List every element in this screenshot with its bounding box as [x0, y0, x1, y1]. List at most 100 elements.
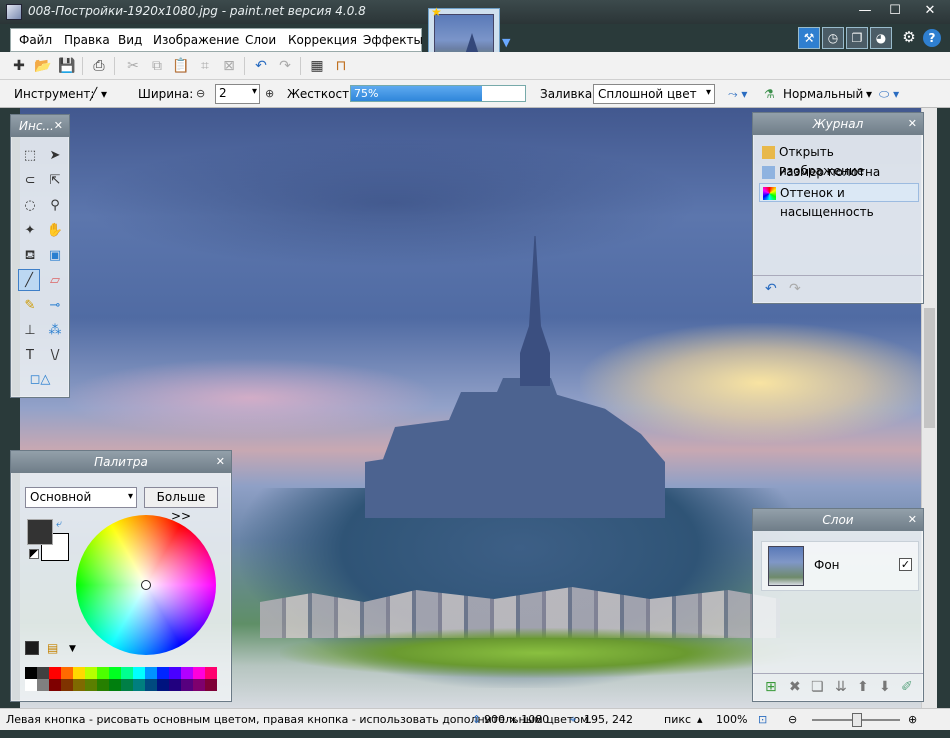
menu-adjustments[interactable]: Коррекция [288, 33, 357, 47]
palette-swatch[interactable] [121, 679, 133, 691]
palette-swatch[interactable] [193, 679, 205, 691]
palette-swatch[interactable] [145, 679, 157, 691]
print-icon[interactable]: ⎙ [90, 57, 108, 75]
palette-swatch[interactable] [181, 679, 193, 691]
paste-icon[interactable]: 📋 [172, 57, 190, 75]
menu-view[interactable]: Вид [118, 33, 142, 47]
fill-type-select[interactable]: Сплошной цвет ▾ [593, 84, 715, 104]
pencil-icon[interactable]: ✎ [19, 295, 41, 317]
brush-width-input[interactable]: 2 ▾ [215, 84, 260, 104]
palette-swatch[interactable] [37, 679, 49, 691]
crop-icon[interactable]: ⌗ [196, 57, 214, 75]
color-picker-icon[interactable]: ⊸ [44, 295, 66, 317]
layer-properties-icon[interactable]: ✐ [901, 679, 913, 695]
blend-mode-select[interactable]: Нормальный [783, 87, 863, 101]
close-button[interactable]: ✕ [910, 0, 950, 22]
palette-swatch[interactable] [85, 667, 97, 679]
more-colors-button[interactable]: Больше >> [144, 487, 218, 523]
palette-swatch[interactable] [73, 667, 85, 679]
palette-swatch[interactable] [145, 667, 157, 679]
palette-swatch[interactable] [133, 667, 145, 679]
chevron-down-icon[interactable]: ▾ [866, 87, 872, 101]
open-file-icon[interactable]: 📂 [34, 57, 52, 75]
lasso-select-icon[interactable]: ⊂ [19, 170, 41, 192]
zoom-out-icon[interactable]: ⊖ [788, 713, 797, 726]
selection-mode-icon[interactable]: ⬭ ▾ [879, 87, 899, 102]
menu-file[interactable]: Файл [19, 33, 52, 47]
menu-effects[interactable]: Эффекты [363, 33, 423, 47]
deselect-icon[interactable]: ⊠ [220, 57, 238, 75]
magic-wand-icon[interactable]: ✦ [19, 220, 41, 242]
color-mode-select[interactable]: Основной ▾ [25, 487, 137, 508]
history-undo-icon[interactable]: ↶ [765, 281, 777, 297]
copy-icon[interactable]: ⧉ [148, 57, 166, 75]
history-item-hue-saturation[interactable]: Оттенок и насыщенность [759, 183, 919, 219]
undo-icon[interactable]: ↶ [252, 57, 270, 75]
menu-layers[interactable]: Слои [245, 33, 276, 47]
menu-image[interactable]: Изображение [153, 33, 239, 47]
ellipse-select-icon[interactable]: ◌ [19, 195, 41, 217]
grid-icon[interactable]: ▦ [308, 57, 326, 75]
history-window-toggle-icon[interactable]: ◷ [822, 27, 844, 49]
move-selection-icon[interactable]: ➤ [44, 145, 66, 167]
save-icon[interactable]: 💾 [58, 57, 76, 75]
tab-list-dropdown-icon[interactable]: ▼ [502, 36, 510, 49]
width-decrease-icon[interactable]: ⊖ [196, 87, 205, 100]
eraser-icon[interactable]: ▱ [44, 270, 66, 292]
palette-menu-icon[interactable]: ▤ [47, 641, 58, 655]
history-item-open[interactable]: Открыть изображение [759, 143, 919, 178]
close-icon[interactable]: ✕ [54, 115, 63, 137]
palette-swatch[interactable] [49, 679, 61, 691]
clone-stamp-icon[interactable]: ⊥ [19, 320, 41, 342]
add-to-palette-icon[interactable] [25, 641, 39, 655]
new-image-icon[interactable]: ✚ [10, 57, 28, 75]
delete-layer-icon[interactable]: ✖ [789, 679, 801, 695]
rulers-icon[interactable]: ⊓ [332, 57, 350, 75]
palette-swatch[interactable] [181, 667, 193, 679]
palette-swatch[interactable] [205, 679, 217, 691]
move-selected-icon[interactable]: ⇱ [44, 170, 66, 192]
palette-swatch[interactable] [85, 679, 97, 691]
palette-swatch[interactable] [121, 667, 133, 679]
primary-color-swatch[interactable] [27, 519, 53, 545]
palette-swatch[interactable] [73, 679, 85, 691]
paintbrush-icon[interactable]: ╱ [18, 269, 40, 291]
paint-bucket-icon[interactable]: ⛾ [19, 245, 41, 267]
text-icon[interactable]: T [19, 345, 41, 367]
gradient-icon[interactable]: ▣ [44, 245, 66, 267]
layer-row[interactable]: Фон ✓ [761, 541, 919, 591]
zoom-value[interactable]: 100% [716, 713, 747, 726]
tools-window-toggle-icon[interactable]: ⚒ [798, 27, 820, 49]
shapes-icon[interactable]: ◻△ [29, 369, 51, 391]
menu-edit[interactable]: Правка [64, 33, 110, 47]
palette-swatch[interactable] [49, 667, 61, 679]
current-tool-paintbrush-icon[interactable]: ╱ ▾ [90, 87, 107, 101]
palette-swatch[interactable] [25, 667, 37, 679]
close-icon[interactable]: ✕ [216, 451, 225, 473]
chevron-up-icon[interactable]: ▴ [697, 713, 703, 726]
palette-swatch[interactable] [205, 667, 217, 679]
scrollbar-thumb[interactable] [924, 308, 935, 428]
zoom-slider-knob[interactable] [852, 713, 862, 727]
redo-icon[interactable]: ↷ [276, 57, 294, 75]
merge-layer-down-icon[interactable]: ⇊ [835, 679, 847, 695]
close-icon[interactable]: ✕ [908, 113, 917, 135]
palette-swatch[interactable] [133, 679, 145, 691]
recolor-icon[interactable]: ⁂ [44, 320, 66, 342]
close-icon[interactable]: ✕ [908, 509, 917, 531]
rectangle-select-icon[interactable]: ⬚ [19, 145, 41, 167]
palette-swatch[interactable] [157, 679, 169, 691]
reset-colors-icon[interactable] [29, 549, 39, 559]
palette-swatch[interactable] [25, 679, 37, 691]
palette-swatch[interactable] [157, 667, 169, 679]
palette-swatch[interactable] [61, 679, 73, 691]
minimize-button[interactable]: — [850, 0, 880, 22]
duplicate-layer-icon[interactable]: ❏ [811, 679, 824, 695]
layers-window-toggle-icon[interactable]: ❐ [846, 27, 868, 49]
colors-window-toggle-icon[interactable]: ◕ [870, 27, 892, 49]
palette-swatch[interactable] [109, 679, 121, 691]
move-layer-down-icon[interactable]: ⬇ [879, 679, 891, 695]
history-redo-icon[interactable]: ↷ [789, 281, 801, 297]
palette-swatch[interactable] [97, 667, 109, 679]
palette-swatch[interactable] [193, 667, 205, 679]
